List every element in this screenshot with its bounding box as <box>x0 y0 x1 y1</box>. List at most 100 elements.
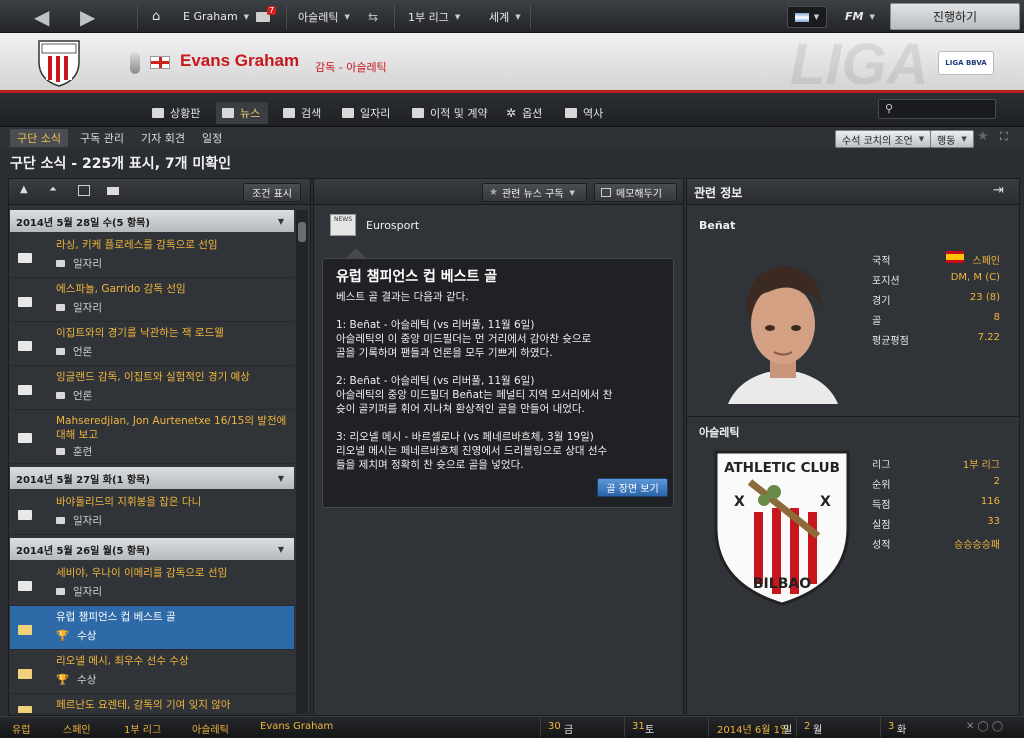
move-up-icon[interactable]: ▲ <box>20 184 28 195</box>
breadcrumb-item[interactable]: 아슬레틱 <box>192 721 229 736</box>
calendar-day: 토 <box>645 725 655 736</box>
pin-icon[interactable] <box>130 52 140 74</box>
memo-button[interactable]: 메모해두기 <box>594 183 677 202</box>
stat-label: 득점 <box>872 500 891 511</box>
breadcrumb-item[interactable]: 스페인 <box>63 721 91 736</box>
related-info-title: 관련 정보 <box>694 186 743 200</box>
star-icon[interactable]: ★ <box>977 129 989 144</box>
news-list-scrollbar[interactable] <box>296 210 308 714</box>
actions-button[interactable]: 행동 ▼ <box>930 130 974 148</box>
exit-icon[interactable]: ⇥ <box>993 183 1004 198</box>
expand-icon[interactable]: ⛶ <box>1000 130 1008 144</box>
club-menu[interactable]: 아슬레틱 ▼ <box>298 0 350 33</box>
breadcrumb-item[interactable]: 1부 리그 <box>124 721 161 736</box>
stat-value[interactable]: 1부 리그 <box>963 456 1000 471</box>
tab-search[interactable]: 검색 <box>277 102 329 124</box>
stat-label: 리그 <box>872 460 891 471</box>
star-icon: ★ <box>489 187 498 198</box>
subtab-press-conference[interactable]: 기자 회견 <box>134 129 192 147</box>
stat-label: 골 <box>872 316 882 327</box>
subtab-club-news[interactable]: 구단 소식 <box>10 129 68 147</box>
fm-menu[interactable]: FM ▼ <box>845 0 875 33</box>
svg-text:X: X <box>820 494 831 510</box>
briefcase-icon <box>56 260 65 267</box>
envelope-icon <box>18 433 32 443</box>
calendar-day-number: 3 <box>888 721 895 732</box>
continue-button[interactable]: 진행하기 <box>890 3 1020 30</box>
list-item[interactable]: 세비야, 우나이 이메리를 감독으로 선임 일자리 <box>10 562 294 606</box>
tab-history[interactable]: 역사 <box>559 102 611 124</box>
training-icon <box>56 448 65 455</box>
subtab-subscriptions[interactable]: 구독 관리 <box>73 129 131 147</box>
subtab-schedule[interactable]: 일정 <box>195 129 229 147</box>
date-group-header[interactable]: 2014년 5월 27일 화(1 항목) ▼ <box>10 467 294 489</box>
player-photo <box>718 252 848 404</box>
briefcase-icon <box>56 517 65 524</box>
svg-text:X: X <box>734 494 745 510</box>
league-logo: LIGA BBVA <box>938 51 994 75</box>
league-menu[interactable]: 1부 리그 ▼ <box>408 0 460 33</box>
date-group-header[interactable]: 2014년 5월 26일 월(5 항목) ▼ <box>10 538 294 560</box>
assistant-advice-button[interactable]: 수석 코치의 조언 ▼ <box>835 130 932 148</box>
gear-icon: ✲ <box>506 106 517 120</box>
envelope-icon <box>18 581 32 591</box>
tab-dashboard[interactable]: 상황판 <box>146 102 208 124</box>
stat-value[interactable]: 스페인 <box>972 252 1000 267</box>
tab-transfers[interactable]: 이적 및 계약 <box>406 102 496 124</box>
mail-icon[interactable] <box>107 187 119 195</box>
list-item[interactable]: 잉글랜드 감독, 이집트와 실험적인 경기 예상 언론 <box>10 366 294 410</box>
article-body: 베스트 골 결과는 다음과 같다. 1: Beñat - 아슬레틱 (vs 리버… <box>336 291 613 471</box>
date-group-header[interactable]: 2014년 5월 28일 수(5 항목) ▼ <box>10 210 294 232</box>
home-icon[interactable]: ⌂ <box>152 0 160 33</box>
move-top-icon[interactable]: ⏶ <box>49 184 57 195</box>
club-name[interactable]: 아슬레틱 <box>699 424 739 440</box>
list-item[interactable]: Mahseredjian, Jon Aurtenetxe 16/15의 발전에 … <box>10 410 294 464</box>
calendar-day-number: 31 <box>632 721 645 732</box>
breadcrumb-item[interactable]: Evans Graham <box>260 721 333 732</box>
stat-value: DM, M (C) <box>950 272 1000 283</box>
manager-role[interactable]: 감독 - 아슬레틱 <box>315 59 387 75</box>
stat-value: 7.22 <box>977 332 1000 343</box>
stat-label: 포지션 <box>872 276 900 287</box>
inbox-icon[interactable]: 7 <box>256 0 279 33</box>
stat-label: 경기 <box>872 296 891 307</box>
tab-options[interactable]: ✲ 옵션 <box>500 102 550 124</box>
list-view-icon[interactable] <box>78 185 90 196</box>
language-selector[interactable]: ▼ <box>787 6 827 28</box>
list-item[interactable]: 라싱, 키케 플로레스를 감독으로 선임 일자리 <box>10 234 294 278</box>
swap-icon[interactable]: ⇆ <box>368 0 378 33</box>
crest-bottom-text: BILBAO <box>753 576 811 592</box>
list-item-selected[interactable]: 유럽 챔피언스 컵 베스트 골 🏆 수상 <box>10 606 294 650</box>
search-people-icon <box>283 108 295 118</box>
stat-value: 2 <box>993 476 1000 487</box>
stat-value: 승승승승패 <box>954 540 1000 551</box>
breadcrumb-item[interactable]: 유럽 <box>12 721 30 736</box>
list-item[interactable]: 리오넬 메시, 최우수 선수 수상 🏆 수상 <box>10 650 294 694</box>
article-title: 유럽 챔피언스 컵 베스트 골 <box>336 269 498 285</box>
list-item[interactable]: 에스파뇰, Garrido 감독 선임 일자리 <box>10 278 294 322</box>
back-arrow-icon[interactable]: ◀ <box>34 0 49 33</box>
view-goal-button[interactable]: 골 장면 보기 <box>597 478 668 497</box>
tab-news[interactable]: 뉴스 <box>216 102 269 124</box>
tab-jobs[interactable]: 일자리 <box>336 102 398 124</box>
news-icon <box>222 108 234 118</box>
status-icons[interactable]: ✕ ◯ ◯ <box>966 721 1003 732</box>
manager-menu[interactable]: E Graham ▼ <box>183 0 249 33</box>
list-item[interactable]: 이집트와의 경기를 낙관하는 잭 로드웰 언론 <box>10 322 294 366</box>
list-item[interactable]: 바야돌리드의 지휘봉을 잡은 다니 일자리 <box>10 491 294 535</box>
search-icon: ⚲ <box>885 102 894 115</box>
player-name[interactable]: Beñat <box>699 219 735 232</box>
crest-top-text: ATHLETIC CLUB <box>724 460 840 476</box>
club-crest-small[interactable] <box>36 38 82 88</box>
envelope-icon <box>18 297 32 307</box>
search-input[interactable]: ⚲ <box>878 99 996 119</box>
filter-button[interactable]: 조건 표시 <box>243 183 301 202</box>
stat-label: 평균평점 <box>872 336 909 347</box>
stat-label: 국적 <box>872 256 891 267</box>
world-menu[interactable]: 세계 ▼ <box>489 0 521 33</box>
forward-arrow-icon[interactable]: ▶ <box>80 0 95 33</box>
subscribe-news-button[interactable]: ★ 관련 뉴스 구독 ▼ <box>482 183 587 202</box>
flag-icon <box>794 12 809 22</box>
news-source: Eurosport <box>366 219 420 232</box>
list-item[interactable]: 페르난도 요렌테, 감독의 기여 잊지 않아 <box>10 694 294 714</box>
